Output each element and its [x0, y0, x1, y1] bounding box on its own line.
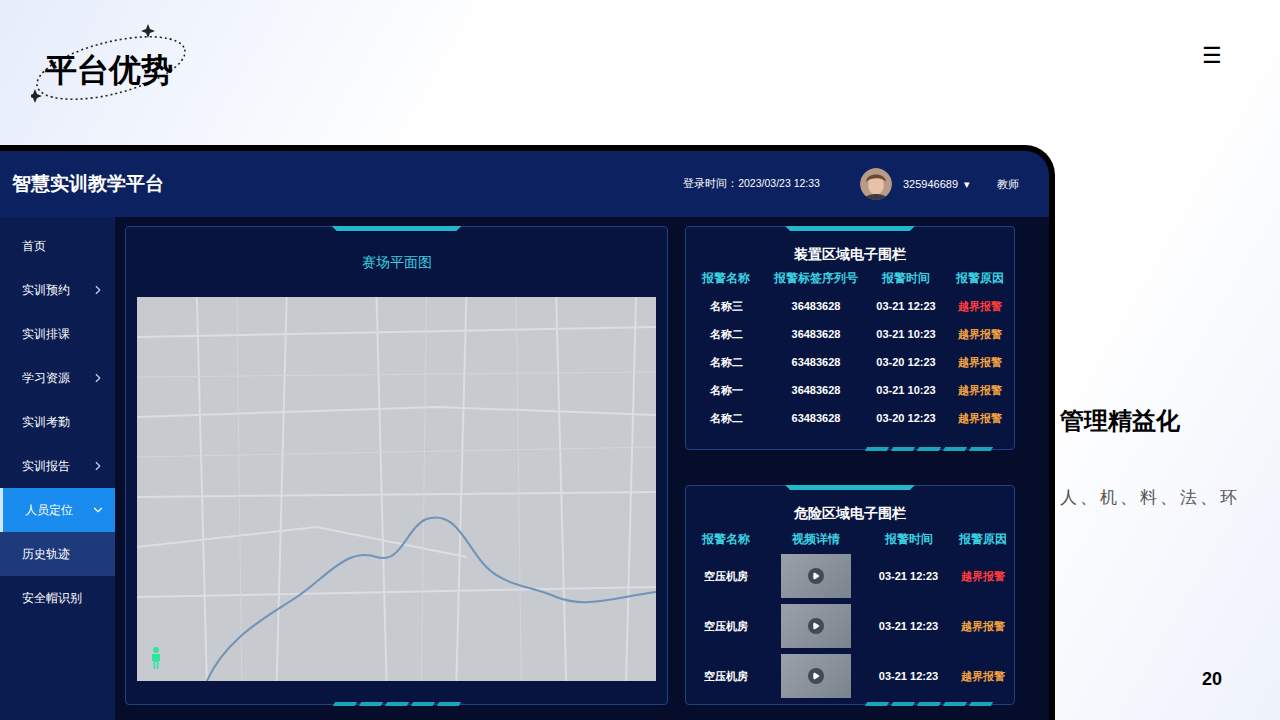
sidebar: 首页实训预约实训排课学习资源实训考勤实训报告人员定位历史轨迹安全帽识别 [0, 217, 115, 720]
table-row[interactable]: 名称二6348362803-20 12:23越界报警 [686, 404, 1014, 432]
feature-heading: 管理精益化 [1060, 407, 1240, 435]
device-frame: 智慧实训教学平台 登录时间：2023/03/23 12:33 325946689 ▾ 教… [0, 145, 1055, 720]
feature-column: 管理精益化人、机、料、法、环 20 [1055, 145, 1280, 720]
app-title: 智慧实训教学平台 [12, 170, 164, 199]
sidebar-item[interactable]: 人员定位 [0, 488, 115, 532]
slide-title-wrap: 平台优势 [45, 50, 173, 90]
chevron-right-icon [91, 283, 105, 297]
feature-text: 人、机、料、法、环 [1060, 488, 1240, 508]
danger-fence-panel: 危险区域电子围栏报警名称视频详情报警时间报警原因空压机房03-21 12:23越… [685, 485, 1015, 705]
video-thumbnail[interactable] [781, 554, 851, 598]
chevron-right-icon [91, 459, 105, 473]
table-row[interactable]: 空压机房03-21 12:23越界报警 [686, 601, 1014, 651]
table-row[interactable]: 名称二3648362803-21 10:23越界报警 [686, 320, 1014, 348]
sidebar-item[interactable]: 学习资源 [0, 356, 115, 400]
sidebar-item[interactable]: 历史轨迹 [0, 532, 115, 576]
panel-bottom-strip [334, 702, 460, 706]
app-header: 智慧实训教学平台 登录时间：2023/03/23 12:33 325946689 ▾ 教… [0, 151, 1049, 217]
video-thumbnail[interactable] [781, 654, 851, 698]
dashboard: 赛场平面图装置区域电子围栏报警名称报警标签序列号报警时间报警原因名称三36483… [115, 217, 1015, 720]
app-body: 首页实训预约实训排课学习资源实训考勤实训报告人员定位历史轨迹安全帽识别赛场平面图… [0, 217, 1049, 720]
user-avatar-icon[interactable] [860, 168, 892, 200]
site-map[interactable] [137, 297, 656, 681]
panel-title: 装置区域电子围栏 [686, 227, 1014, 265]
login-time: 登录时间：2023/03/23 12:33 [683, 176, 820, 192]
play-icon [812, 622, 820, 630]
map-panel: 赛场平面图 [125, 226, 668, 705]
user-id[interactable]: 325946689 [903, 176, 958, 193]
slide: 平台优势 ☰ 智慧实训教学平台 登录时间：2023/03/23 12:33 325946… [0, 0, 1280, 720]
map-drawing [137, 297, 656, 681]
table-row[interactable]: 名称二6348362803-20 12:23越界报警 [686, 348, 1014, 376]
sidebar-item[interactable]: 实训考勤 [0, 400, 115, 444]
table-row[interactable]: 名称三3648362803-21 12:23越界报警 [686, 292, 1014, 320]
table-body: 名称三3648362803-21 12:23越界报警名称二3648362803-… [686, 292, 1014, 432]
table-body: 空压机房03-21 12:23越界报警空压机房03-21 12:23越界报警空压… [686, 551, 1014, 701]
sidebar-item[interactable]: 安全帽识别 [0, 576, 115, 620]
video-thumbnail[interactable] [781, 604, 851, 648]
sidebar-item[interactable]: 实训报告 [0, 444, 115, 488]
table-row[interactable]: 空压机房03-21 12:23越界报警 [686, 651, 1014, 701]
page-number: 20 [1202, 669, 1222, 689]
chevron-right-icon [91, 371, 105, 385]
user-bar: 登录时间：2023/03/23 12:33 325946689 ▾ 教师 [683, 168, 1019, 200]
device-fence-panel: 装置区域电子围栏报警名称报警标签序列号报警时间报警原因名称三3648362803… [685, 226, 1015, 450]
slide-header: 平台优势 ☰ [0, 0, 1280, 145]
slide-content: 智慧实训教学平台 登录时间：2023/03/23 12:33 325946689 ▾ 教… [0, 145, 1280, 720]
table-header: 报警名称报警标签序列号报警时间报警原因 [686, 268, 1014, 288]
user-role: 教师 [997, 176, 1019, 193]
play-icon [812, 572, 820, 580]
chevron-down-icon [91, 503, 105, 517]
menu-icon[interactable]: ☰ [1202, 40, 1222, 72]
panel-bottom-strip [866, 702, 992, 706]
panel-top-tab [785, 485, 915, 490]
table-header: 报警名称视频详情报警时间报警原因 [686, 529, 1014, 549]
slide-title: 平台优势 [45, 50, 173, 90]
fence-column: 装置区域电子围栏报警名称报警标签序列号报警时间报警原因名称三3648362803… [685, 226, 1015, 720]
map-panel-title: 赛场平面图 [126, 227, 667, 297]
panel-bottom-strip [866, 447, 992, 451]
panel-top-tab [332, 226, 462, 231]
play-icon [812, 672, 820, 680]
sidebar-item[interactable]: 首页 [0, 224, 115, 268]
panel-top-tab [785, 226, 915, 231]
person-marker-icon [150, 647, 162, 669]
table-row[interactable]: 空压机房03-21 12:23越界报警 [686, 551, 1014, 601]
panel-title: 危险区域电子围栏 [686, 486, 1014, 524]
table-row[interactable]: 名称一3648362803-21 10:23越界报警 [686, 376, 1014, 404]
user-dropdown[interactable]: ▾ [964, 176, 970, 193]
sidebar-item[interactable]: 实训排课 [0, 312, 115, 356]
sidebar-item[interactable]: 实训预约 [0, 268, 115, 312]
